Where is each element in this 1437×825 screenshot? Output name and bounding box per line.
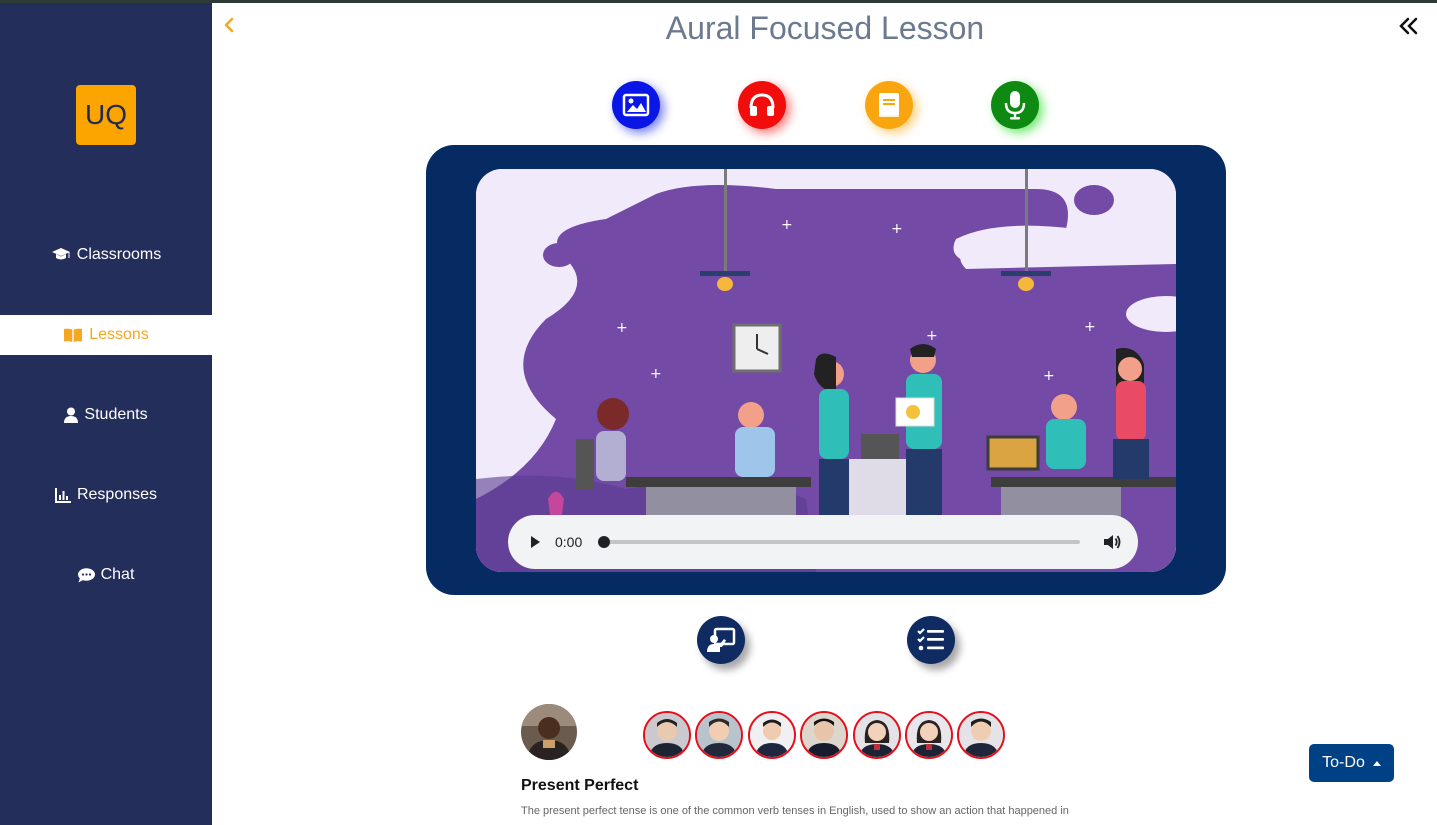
lesson-description: The present perfect tense is one of the … <box>521 805 1069 817</box>
current-time: 0:00 <box>555 534 583 550</box>
sidebar-item-students[interactable]: Students <box>0 395 212 435</box>
svg-text:+: + <box>891 221 903 237</box>
chevron-left-icon[interactable] <box>222 14 236 36</box>
svg-text:+: + <box>650 366 662 382</box>
window-top-border <box>0 0 1437 3</box>
svg-text:+: + <box>1043 368 1055 384</box>
logo-text: UQ <box>85 99 127 130</box>
caret-up-icon <box>1372 760 1381 766</box>
image-icon <box>622 93 650 117</box>
app-logo[interactable]: UQ <box>76 85 136 145</box>
presentation-icon <box>707 627 736 652</box>
todo-dropdown-button[interactable]: To-Do <box>1309 744 1394 782</box>
sidebar-item-label: Responses <box>76 486 158 503</box>
sidebar: UQ Classrooms Lessons Students Responses… <box>0 3 212 825</box>
user-icon <box>64 407 79 423</box>
student-avatar[interactable] <box>800 711 848 759</box>
student-avatar[interactable] <box>853 711 901 759</box>
sidebar-item-label: Chat <box>100 566 135 583</box>
chat-bubble-icon <box>77 567 95 582</box>
sidebar-item-label: Students <box>84 406 148 423</box>
audio-mode-button[interactable] <box>738 81 786 129</box>
lesson-title: Present Perfect <box>521 777 639 794</box>
student-avatar[interactable] <box>748 711 796 759</box>
sidebar-item-classrooms[interactable]: Classrooms <box>0 235 212 275</box>
play-icon[interactable] <box>528 535 542 549</box>
sidebar-item-chat[interactable]: Chat <box>0 555 212 595</box>
checklist-button[interactable] <box>907 616 955 664</box>
image-mode-button[interactable] <box>612 81 660 129</box>
graduation-cap-icon <box>51 248 70 260</box>
todo-label: To-Do <box>1322 754 1365 771</box>
office-scene-image: + + + + + + + <box>476 169 1176 572</box>
svg-text:+: + <box>926 328 938 344</box>
svg-text:+: + <box>616 320 628 336</box>
double-chevron-left-icon[interactable] <box>1398 16 1420 38</box>
volume-icon[interactable] <box>1103 533 1121 551</box>
student-avatar[interactable] <box>643 711 691 759</box>
presentation-button[interactable] <box>697 616 745 664</box>
svg-text:+: + <box>781 217 793 233</box>
book-icon <box>879 93 899 117</box>
sidebar-item-label: Classrooms <box>76 246 162 263</box>
sidebar-item-label: Lessons <box>89 326 149 343</box>
headphones-icon <box>749 93 775 116</box>
checklist-icon <box>917 628 944 651</box>
seek-thumb[interactable] <box>598 536 610 548</box>
page-title: Aural Focused Lesson <box>665 10 985 46</box>
student-avatar[interactable] <box>905 711 953 759</box>
seek-bar[interactable] <box>603 540 1080 544</box>
bar-chart-icon <box>54 487 71 503</box>
lesson-illustration: + + + + + + + <box>476 169 1176 572</box>
reading-mode-button[interactable] <box>865 81 913 129</box>
microphone-icon <box>1004 91 1026 120</box>
open-book-icon <box>64 328 83 342</box>
teacher-avatar[interactable] <box>521 704 577 760</box>
sidebar-item-responses[interactable]: Responses <box>0 475 212 515</box>
student-avatar[interactable] <box>957 711 1005 759</box>
sidebar-item-lessons[interactable]: Lessons <box>0 315 212 355</box>
student-avatar[interactable] <box>695 711 743 759</box>
speaking-mode-button[interactable] <box>991 81 1039 129</box>
svg-text:+: + <box>1084 319 1096 335</box>
